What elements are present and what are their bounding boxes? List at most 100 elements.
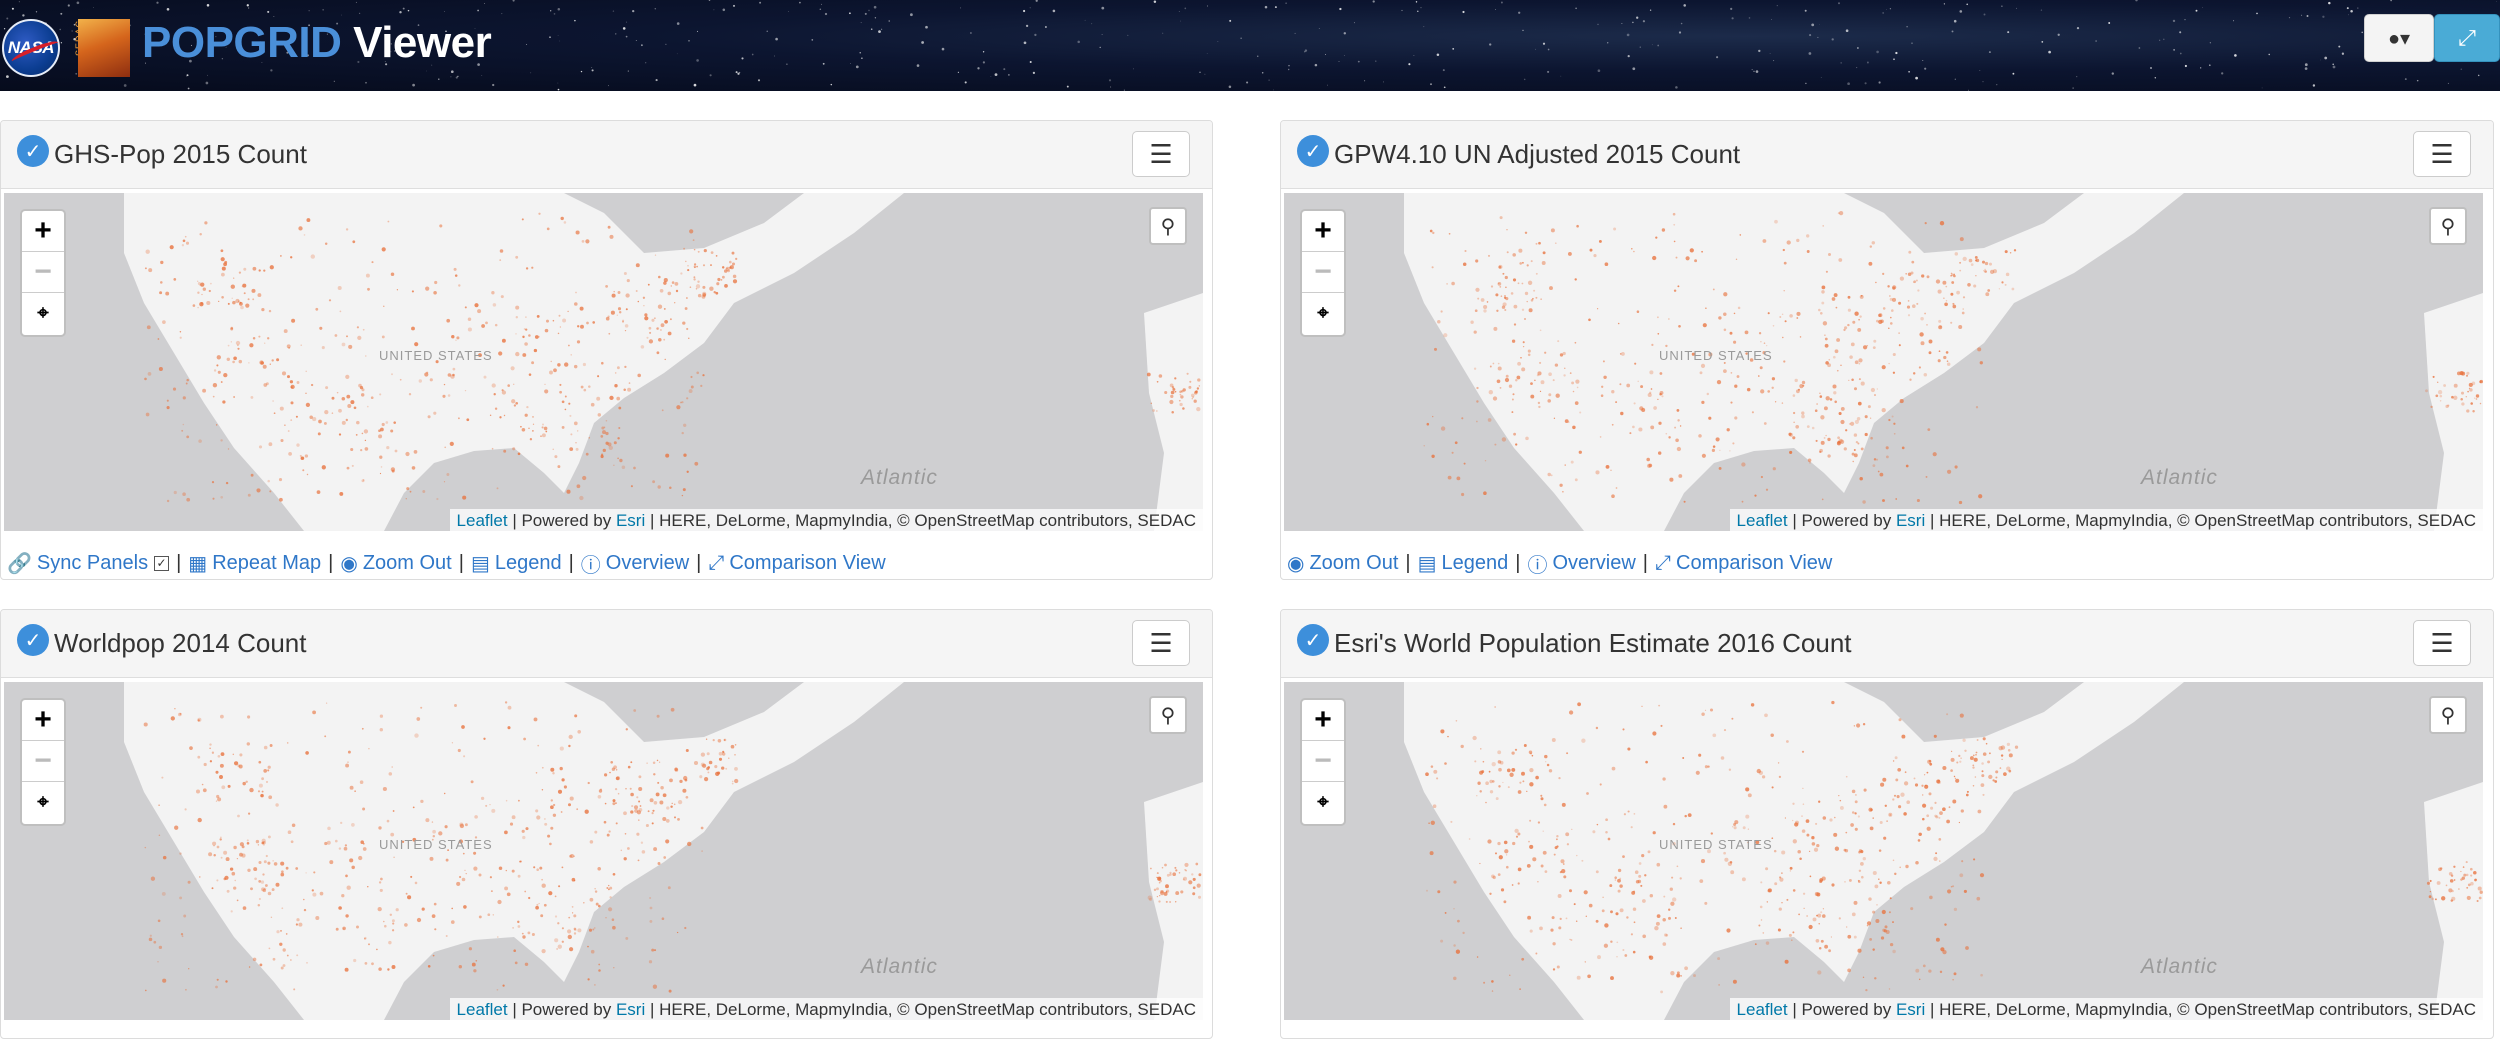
population-dot: [550, 799, 553, 802]
map-search-button[interactable]: ⚲: [1149, 207, 1187, 245]
population-dot: [1860, 850, 1864, 854]
population-dot: [587, 781, 590, 785]
full-extent-button[interactable]: ⌖: [22, 293, 64, 334]
population-dot: [617, 307, 622, 311]
population-dot: [588, 385, 591, 388]
map-view[interactable]: UNITED STATES Atlantic + − ⌖ ⚲ Leaflet |…: [1284, 682, 2483, 1020]
nasa-logo[interactable]: NASA: [2, 19, 61, 77]
population-dot: [2451, 896, 2456, 901]
population-dot: [298, 226, 303, 231]
zoom-in-button[interactable]: +: [22, 211, 64, 252]
population-dot: [1182, 878, 1185, 881]
population-dot: [499, 416, 502, 419]
layer-list-button[interactable]: ☰: [1132, 620, 1190, 666]
map-search-button[interactable]: ⚲: [1149, 696, 1187, 734]
layer-list-button[interactable]: ☰: [1132, 131, 1190, 177]
esri-link[interactable]: Esri: [1896, 511, 1925, 530]
population-dot: [1526, 264, 1529, 267]
map-view[interactable]: UNITED STATES Atlantic + − ⌖ ⚲ Leaflet |…: [4, 682, 1203, 1020]
population-dot: [665, 819, 670, 823]
zoom-in-button[interactable]: +: [22, 700, 64, 741]
layer-list-button[interactable]: ☰: [2413, 131, 2471, 177]
zoom-out-button[interactable]: −: [1302, 741, 1344, 782]
legend-link[interactable]: Legend: [495, 552, 562, 575]
star: [93, 7, 94, 8]
star: [957, 71, 960, 73]
overview-link[interactable]: Overview: [606, 552, 689, 575]
population-dot: [1762, 239, 1767, 243]
population-dot: [560, 216, 564, 221]
check-circle-icon[interactable]: ✓: [17, 135, 49, 167]
population-dot: [1622, 855, 1625, 858]
population-dot: [1759, 905, 1763, 909]
population-dot: [261, 838, 266, 843]
population-dot: [303, 908, 307, 912]
star: [786, 63, 788, 65]
star: [766, 30, 768, 32]
population-dot: [221, 266, 226, 271]
overview-link[interactable]: Overview: [1552, 552, 1635, 575]
esri-link[interactable]: Esri: [616, 1000, 645, 1019]
zoom-out-link[interactable]: Zoom Out: [363, 552, 452, 575]
sedac-logo[interactable]: [78, 19, 130, 77]
map-view[interactable]: UNITED STATES Atlantic + − ⌖ ⚲ Leaflet |…: [1284, 193, 2483, 531]
leaflet-link[interactable]: Leaflet: [1737, 511, 1788, 530]
zoom-in-button[interactable]: +: [1302, 700, 1344, 741]
zoom-out-link[interactable]: Zoom Out: [1309, 552, 1398, 575]
star: [76, 1, 80, 5]
population-dot: [728, 757, 730, 759]
population-dot: [1831, 700, 1835, 705]
population-dot: [1921, 784, 1924, 787]
sync-panels-link[interactable]: Sync Panels: [37, 552, 148, 575]
leaflet-link[interactable]: Leaflet: [457, 511, 508, 530]
layer-list-button[interactable]: ☰: [2413, 620, 2471, 666]
star: [1895, 51, 1898, 55]
esri-link[interactable]: Esri: [1896, 1000, 1925, 1019]
check-circle-icon[interactable]: ✓: [1297, 135, 1329, 167]
map-search-button[interactable]: ⚲: [2429, 207, 2467, 245]
population-dot: [290, 419, 293, 421]
comparison-view-link[interactable]: Comparison View: [729, 552, 885, 575]
full-extent-button[interactable]: ⌖: [1302, 782, 1344, 823]
esri-link[interactable]: Esri: [616, 511, 645, 530]
population-dot: [405, 498, 407, 500]
repeat-map-link[interactable]: Repeat Map: [212, 552, 321, 575]
comparison-view-link[interactable]: Comparison View: [1676, 552, 1832, 575]
population-dot: [345, 228, 349, 231]
star: [1817, 36, 1819, 38]
star: [156, 1, 159, 4]
population-dot: [610, 760, 614, 764]
population-dot: [687, 269, 690, 272]
population-dot: [521, 428, 526, 432]
check-circle-icon[interactable]: ✓: [1297, 624, 1329, 656]
full-extent-button[interactable]: ⌖: [22, 782, 64, 823]
language-dropdown-button[interactable]: ●▾: [2364, 14, 2434, 62]
leaflet-link[interactable]: Leaflet: [457, 1000, 508, 1019]
population-dot: [359, 385, 364, 390]
population-dot: [1603, 375, 1607, 380]
map-view[interactable]: UNITED STATES Atlantic + − ⌖ ⚲ Leaflet |…: [4, 193, 1203, 531]
map-search-button[interactable]: ⚲: [2429, 696, 2467, 734]
legend-link[interactable]: Legend: [1441, 552, 1508, 575]
zoom-out-button[interactable]: −: [22, 741, 64, 782]
population-dot: [1892, 859, 1895, 862]
population-dot: [396, 289, 399, 291]
leaflet-link[interactable]: Leaflet: [1737, 1000, 1788, 1019]
population-dot: [597, 375, 600, 378]
population-dot: [1937, 289, 1942, 294]
star: [655, 79, 658, 82]
zoom-out-button[interactable]: −: [22, 252, 64, 293]
population-dot: [1579, 411, 1582, 414]
sync-panels-checkbox[interactable]: ✓: [154, 555, 170, 571]
population-dot: [217, 370, 221, 374]
population-dot: [562, 318, 567, 323]
zoom-out-button[interactable]: −: [1302, 252, 1344, 293]
population-dot: [1565, 832, 1570, 837]
population-dot: [1778, 775, 1782, 779]
fullscreen-button[interactable]: ⤢: [2434, 14, 2500, 62]
population-dot: [685, 297, 688, 299]
check-circle-icon[interactable]: ✓: [17, 624, 49, 656]
population-dot: [1498, 282, 1500, 285]
full-extent-button[interactable]: ⌖: [1302, 293, 1344, 334]
zoom-in-button[interactable]: +: [1302, 211, 1344, 252]
